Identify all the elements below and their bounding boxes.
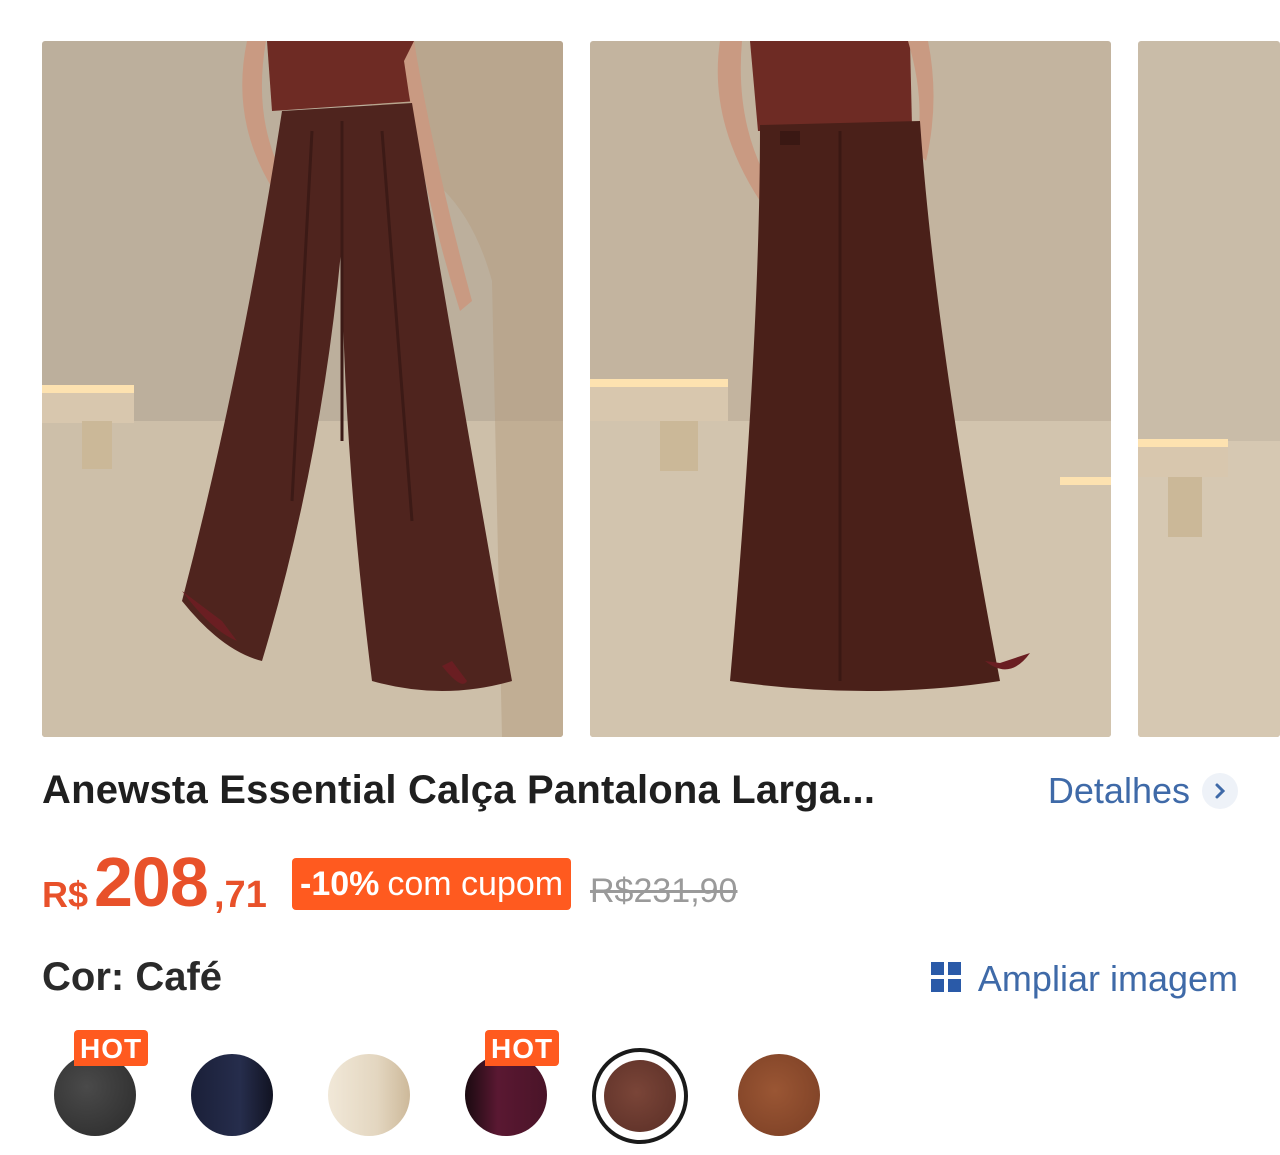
coupon-text: com cupom	[387, 864, 564, 903]
product-photo-back[interactable]	[590, 41, 1111, 737]
color-label: Cor: Café	[42, 955, 223, 999]
product-title: Anewsta Essential Calça Pantalona Larga.…	[42, 768, 876, 812]
coupon-badge[interactable]: -10% com cupom	[292, 858, 572, 910]
swatch-preto[interactable]: HOT	[42, 1030, 149, 1136]
grid-icon	[930, 961, 962, 998]
hot-badge: HOT	[74, 1030, 149, 1066]
swatch-color-marinho	[191, 1054, 273, 1136]
swatch-bege[interactable]	[316, 1040, 412, 1136]
original-price: R$231,90	[590, 872, 738, 910]
swatch-color-preto	[54, 1054, 136, 1136]
swatch-cafe-selected[interactable]	[592, 1048, 688, 1144]
zoom-image-link[interactable]: Ampliar imagem	[930, 958, 1238, 1000]
swatch-color-caramelo	[738, 1054, 820, 1136]
swatch-color-bege	[328, 1054, 410, 1136]
product-photo-front[interactable]	[42, 41, 563, 737]
hot-badge: HOT	[485, 1030, 560, 1066]
coupon-discount: -10%	[300, 864, 380, 903]
swatch-color-vinho	[465, 1054, 547, 1136]
details-label: Detalhes	[1047, 770, 1190, 811]
product-photo-third[interactable]	[1138, 41, 1280, 737]
swatch-vinho[interactable]: HOT	[453, 1030, 560, 1136]
price-currency: R$	[42, 874, 89, 915]
price-integer: 208	[94, 843, 209, 921]
product-image-gallery[interactable]	[42, 41, 1280, 737]
close-icon[interactable]	[1210, 0, 1250, 16]
swatch-color-cafe	[604, 1060, 676, 1132]
zoom-label: Ampliar imagem	[977, 958, 1238, 999]
chevron-right-icon	[1202, 773, 1238, 809]
swatch-caramelo[interactable]	[726, 1040, 822, 1136]
details-link[interactable]: Detalhes	[1048, 770, 1238, 812]
swatch-marinho[interactable]	[179, 1040, 275, 1136]
price-cents: ,71	[214, 874, 267, 916]
color-swatches: HOT HOT	[42, 1030, 1242, 1150]
